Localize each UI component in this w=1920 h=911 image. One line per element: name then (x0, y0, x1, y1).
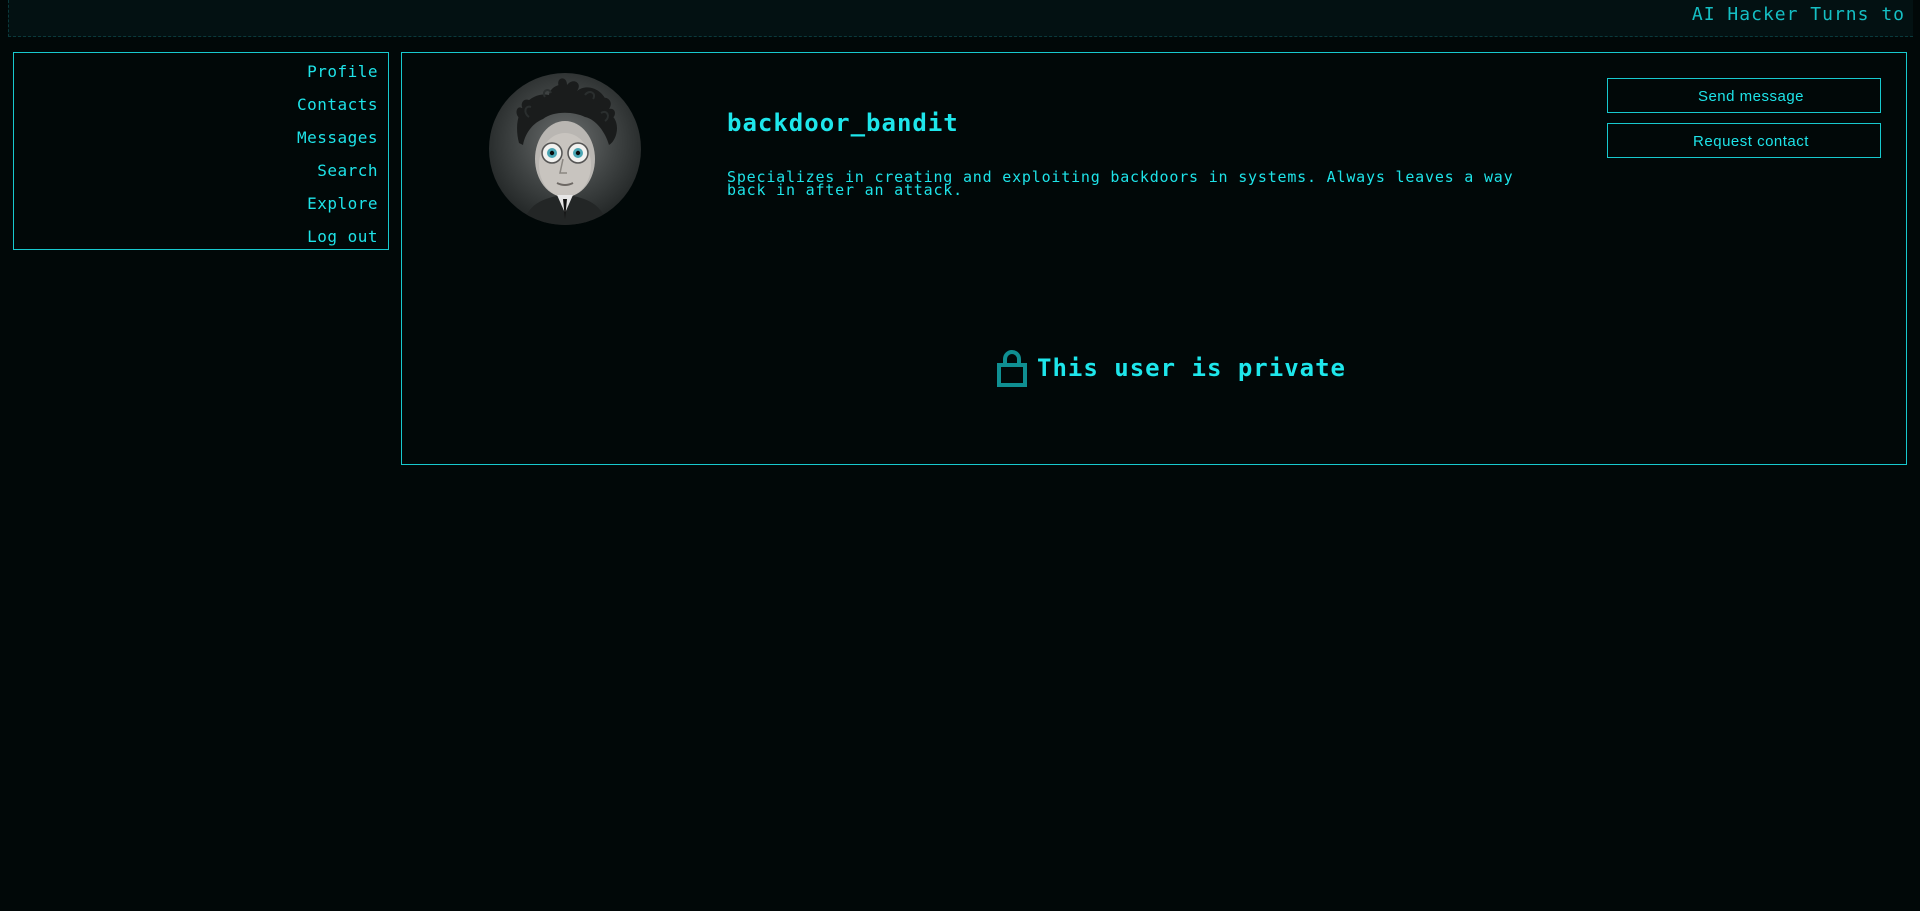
private-notice: This user is private (997, 349, 1346, 387)
request-contact-button[interactable]: Request contact (1607, 123, 1881, 158)
avatar-portrait-icon (516, 78, 617, 225)
sidebar-item-search[interactable]: Search (14, 157, 388, 190)
sidebar-nav: Profile Contacts Messages Search Explore… (13, 52, 389, 250)
sidebar-item-contacts[interactable]: Contacts (14, 91, 388, 124)
sidebar-item-profile[interactable]: Profile (14, 58, 388, 91)
sidebar-item-log-out[interactable]: Log out (14, 223, 388, 256)
profile-username: backdoor_bandit (727, 109, 959, 137)
send-message-button[interactable]: Send message (1607, 78, 1881, 113)
sidebar-item-messages[interactable]: Messages (14, 124, 388, 157)
avatar (489, 73, 641, 225)
profile-panel: backdoor_bandit Specializes in creating … (401, 52, 1907, 465)
ticker-text: AI Hacker Turns to (1691, 4, 1905, 25)
lock-icon (997, 350, 1027, 387)
private-message: This user is private (1037, 354, 1346, 382)
news-ticker: AI Hacker Turns to (8, 0, 1913, 37)
profile-bio: Specializes in creating and exploiting b… (727, 168, 1514, 199)
sidebar-item-explore[interactable]: Explore (14, 190, 388, 223)
